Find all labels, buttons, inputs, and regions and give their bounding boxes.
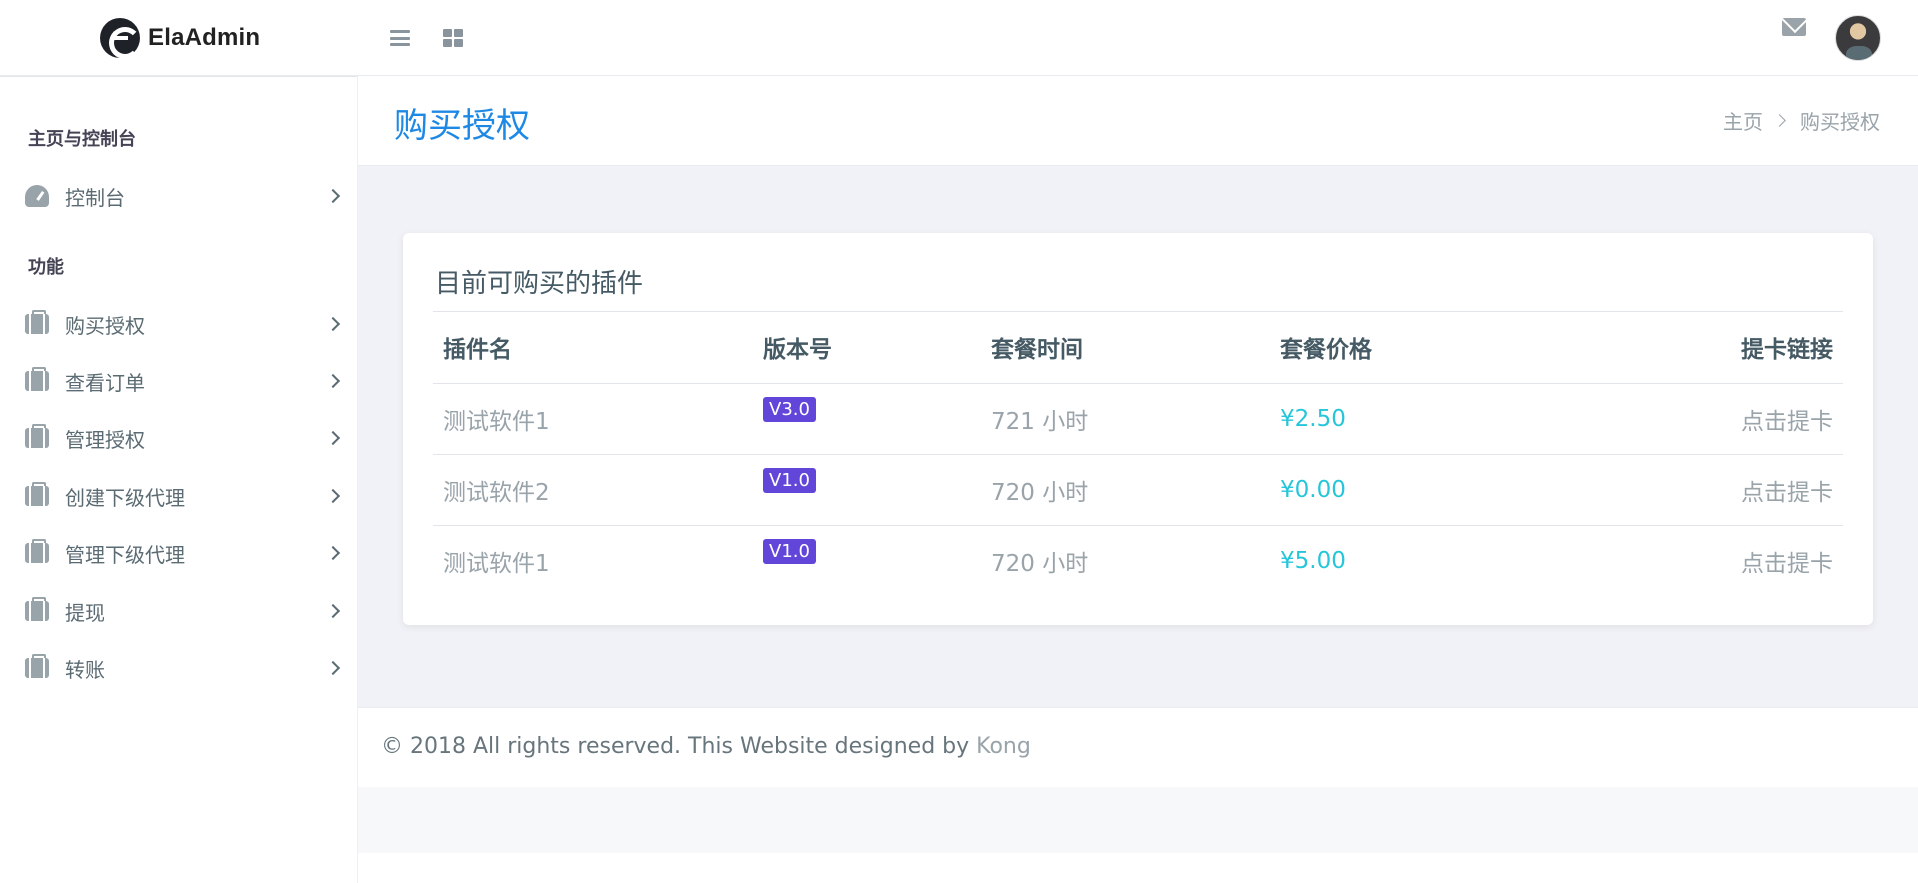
get-card-link[interactable]: 点击提卡 — [1741, 551, 1833, 577]
sidebar-item-label: 管理下级代理 — [65, 542, 185, 567]
avatar[interactable] — [1835, 15, 1881, 61]
briefcase-icon — [25, 539, 49, 563]
plan-price: ¥2.50 — [1270, 383, 1570, 455]
column-header: 版本号 — [753, 312, 981, 384]
page-header: 购买授权 主页 购买授权 — [358, 76, 1918, 166]
footer: © 2018 All rights reserved. This Website… — [358, 707, 1918, 787]
page-title: 购买授权 — [394, 106, 530, 146]
sidebar-item-dashboard[interactable]: 控制台 — [0, 173, 358, 219]
grid-icon[interactable] — [443, 29, 463, 47]
hamburger-icon[interactable] — [390, 30, 410, 46]
chevron-right-icon — [325, 188, 341, 204]
bottom-area — [358, 853, 1918, 883]
sidebar-item-label: 查看订单 — [65, 370, 145, 395]
chevron-right-icon — [325, 545, 341, 561]
breadcrumb-home[interactable]: 主页 — [1723, 106, 1763, 135]
column-header: 套餐时间 — [981, 312, 1270, 384]
column-header: 插件名 — [433, 312, 753, 384]
dashboard-icon — [25, 185, 49, 207]
briefcase-icon — [25, 424, 49, 448]
plugins-card: 目前可购买的插件 插件名 版本号 套餐时间 套餐价格 提卡链接 测试软件1 V3… — [403, 233, 1873, 625]
chevron-right-icon — [325, 603, 341, 619]
plan-price: ¥5.00 — [1280, 547, 1346, 574]
table-header-row: 插件名 版本号 套餐时间 套餐价格 提卡链接 — [433, 312, 1843, 384]
chevron-right-icon — [325, 660, 341, 676]
briefcase-icon — [25, 654, 49, 678]
briefcase-icon — [25, 367, 49, 391]
get-card-link[interactable]: 点击提卡 — [1741, 480, 1833, 506]
sidebar-item-label: 创建下级代理 — [65, 485, 185, 510]
briefcase-icon — [25, 597, 49, 621]
version-badge: V1.0 — [763, 539, 816, 565]
copyright-text: © 2018 All rights reserved. This Website… — [381, 734, 977, 759]
sidebar: 主页与控制台 控制台 功能 购买授权 查看订单 管理授权 创建下级代理 管理下级… — [0, 76, 358, 883]
sidebar-item-withdraw[interactable]: 提现 — [0, 588, 358, 634]
sidebar-item-buy-license[interactable]: 购买授权 — [0, 301, 358, 347]
plugin-name: 测试软件1 — [443, 550, 550, 577]
sidebar-item-manage-agents[interactable]: 管理下级代理 — [0, 530, 358, 576]
card-title: 目前可购买的插件 — [435, 269, 644, 299]
section-title-features: 功能 — [28, 257, 64, 278]
logo-text: ElaAdmin — [148, 24, 261, 51]
sidebar-item-label: 管理授权 — [65, 427, 145, 452]
version-badge: V1.0 — [763, 468, 816, 493]
plan-time: 720 小时 — [991, 550, 1089, 577]
plan-price: ¥0.00 — [1270, 454, 1570, 526]
top-header: ElaAdmin — [0, 0, 1918, 76]
sidebar-item-manage-license[interactable]: 管理授权 — [0, 415, 358, 461]
footer-text: © 2018 All rights reserved. This Website… — [381, 734, 1031, 759]
sidebar-item-label: 转账 — [65, 657, 105, 682]
table-row: 测试软件1 V3.0 721 小时 ¥2.50 点击提卡 — [433, 383, 1843, 455]
column-header: 套餐价格 — [1270, 312, 1570, 384]
chevron-right-icon — [325, 373, 341, 389]
section-title-main: 主页与控制台 — [28, 129, 136, 150]
table-row: 测试软件1 V1.0 720 小时 ¥5.00 点击提卡 — [433, 525, 1843, 596]
logo[interactable]: ElaAdmin — [100, 18, 261, 59]
briefcase-icon — [25, 310, 49, 334]
logo-icon — [100, 18, 141, 59]
footer-author-link[interactable]: Kong — [976, 734, 1031, 759]
chevron-right-icon — [325, 316, 341, 332]
breadcrumb: 主页 购买授权 — [1723, 106, 1880, 135]
breadcrumb-current: 购买授权 — [1800, 110, 1880, 134]
plugin-name: 测试软件1 — [433, 383, 753, 455]
sidebar-item-create-agent[interactable]: 创建下级代理 — [0, 473, 358, 519]
column-header: 提卡链接 — [1570, 312, 1843, 384]
sidebar-item-label: 提现 — [65, 600, 105, 625]
chevron-right-icon — [1773, 114, 1786, 127]
envelope-icon[interactable] — [1782, 18, 1806, 36]
sidebar-item-transfer[interactable]: 转账 — [0, 645, 358, 691]
sidebar-item-label: 控制台 — [65, 185, 125, 210]
plan-time: 720 小时 — [981, 454, 1270, 526]
chevron-right-icon — [325, 488, 341, 504]
briefcase-icon — [25, 482, 49, 506]
table-row: 测试软件2 V1.0 720 小时 ¥0.00 点击提卡 — [433, 454, 1843, 526]
version-badge: V3.0 — [763, 397, 816, 422]
plugin-name: 测试软件2 — [433, 454, 753, 526]
sidebar-item-view-orders[interactable]: 查看订单 — [0, 358, 358, 404]
sidebar-item-label: 购买授权 — [65, 313, 145, 338]
get-card-link[interactable]: 点击提卡 — [1741, 409, 1833, 435]
plugins-table: 插件名 版本号 套餐时间 套餐价格 提卡链接 测试软件1 V3.0 721 小时… — [433, 312, 1843, 596]
bottom-strip — [358, 787, 1918, 853]
plan-time: 721 小时 — [981, 383, 1270, 455]
chevron-right-icon — [325, 430, 341, 446]
